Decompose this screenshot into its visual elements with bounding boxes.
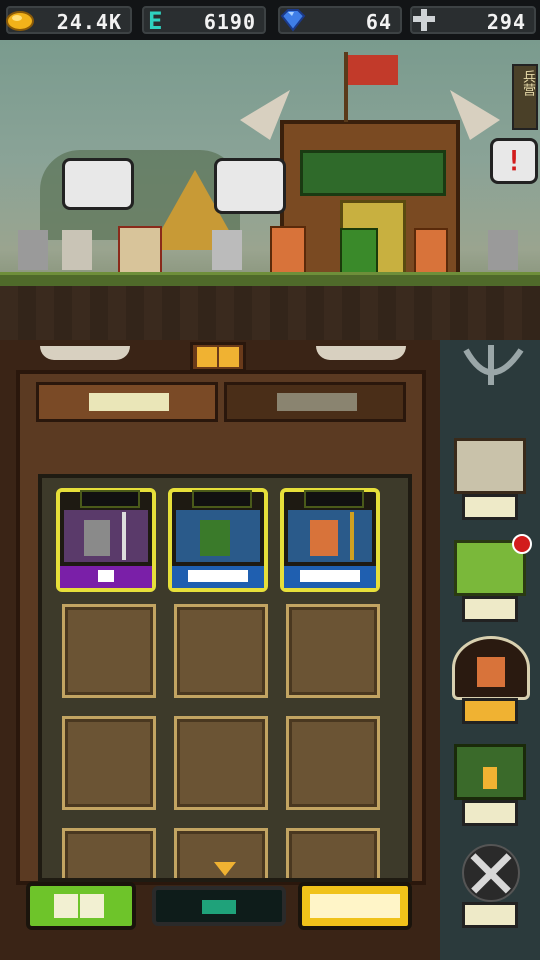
- menu-forest[interactable]: [448, 738, 532, 830]
- unit-portrait: [176, 510, 260, 562]
- crossed-swords-icon: [462, 844, 520, 902]
- gold-value: 24.4K: [56, 10, 122, 34]
- population-counter[interactable]: 294: [410, 6, 536, 34]
- notification-dot: [512, 534, 532, 554]
- svg-text:E: E: [148, 7, 162, 34]
- orc-unit[interactable]: [340, 228, 378, 274]
- panel-title-plate: [190, 342, 246, 372]
- empty-slot[interactable]: [62, 828, 156, 878]
- barracks-sign: 兵营: [512, 64, 538, 130]
- unit-card[interactable]: [280, 488, 380, 592]
- speech-bubble: [62, 158, 134, 210]
- unit-stat-bar: [80, 490, 140, 508]
- menu-barracks[interactable]: [448, 432, 532, 524]
- camp-scene: 兵营 !: [0, 40, 540, 340]
- tree-icon: [454, 744, 526, 800]
- yellow-action-button[interactable]: [298, 882, 412, 930]
- unit-line: [18, 220, 518, 274]
- empty-slot[interactable]: [286, 828, 380, 878]
- dirt: [0, 286, 540, 340]
- unit-stat-bar: [304, 490, 364, 508]
- gold-coin-icon: [6, 11, 34, 31]
- tab-units[interactable]: [36, 382, 218, 422]
- menu-battle[interactable]: [448, 840, 532, 932]
- horn-left: [40, 346, 130, 360]
- essence-e-icon: E: [148, 7, 162, 34]
- side-menu: [440, 340, 540, 960]
- gold-counter[interactable]: 24.4K: [6, 6, 132, 34]
- temple-icon: [454, 438, 526, 494]
- horn-right: [316, 346, 406, 360]
- gem-value: 64: [365, 10, 392, 34]
- unit-portrait: [288, 510, 372, 562]
- blue-gem-icon: [280, 9, 306, 32]
- empty-slot[interactable]: [286, 604, 380, 698]
- essence-counter[interactable]: E 6190: [142, 6, 266, 34]
- unit-card[interactable]: [56, 488, 156, 592]
- center-indicator: [152, 886, 286, 926]
- empty-slot[interactable]: [62, 716, 156, 810]
- population-value: 294: [486, 10, 526, 34]
- rarity-footer: [172, 566, 264, 588]
- unit-panel: [0, 340, 440, 960]
- unit-card[interactable]: [168, 488, 268, 592]
- essence-value: 6190: [203, 10, 256, 34]
- alert-mark: !: [505, 144, 523, 177]
- triangle-down-icon[interactable]: [214, 862, 236, 876]
- unit-grid: [38, 474, 412, 882]
- rarity-footer: [60, 566, 152, 588]
- anchor-icon: [463, 345, 524, 385]
- barracks-sign-text: 兵营: [520, 70, 535, 96]
- resource-bar: 24.4K E 6190 64 294: [0, 0, 540, 40]
- unit-stat-bar: [192, 490, 252, 508]
- empty-slot[interactable]: [286, 716, 380, 810]
- menu-heroes[interactable]: [448, 636, 532, 728]
- empty-slot[interactable]: [62, 604, 156, 698]
- menu-farm[interactable]: [448, 534, 532, 626]
- hero-portrait-icon: [452, 636, 530, 700]
- empty-slot[interactable]: [174, 716, 268, 810]
- green-action-button[interactable]: [26, 882, 136, 930]
- empty-slot[interactable]: [174, 604, 268, 698]
- unit-portrait: [64, 510, 148, 562]
- rarity-footer: [284, 566, 376, 588]
- cross-icon: [413, 9, 435, 31]
- alert-bubble[interactable]: !: [490, 138, 538, 184]
- hero-unit[interactable]: [270, 226, 306, 274]
- unit-list-frame: [16, 370, 426, 885]
- tab-other[interactable]: [224, 382, 406, 422]
- gem-counter[interactable]: 64: [278, 6, 402, 34]
- speech-bubble: [214, 158, 286, 214]
